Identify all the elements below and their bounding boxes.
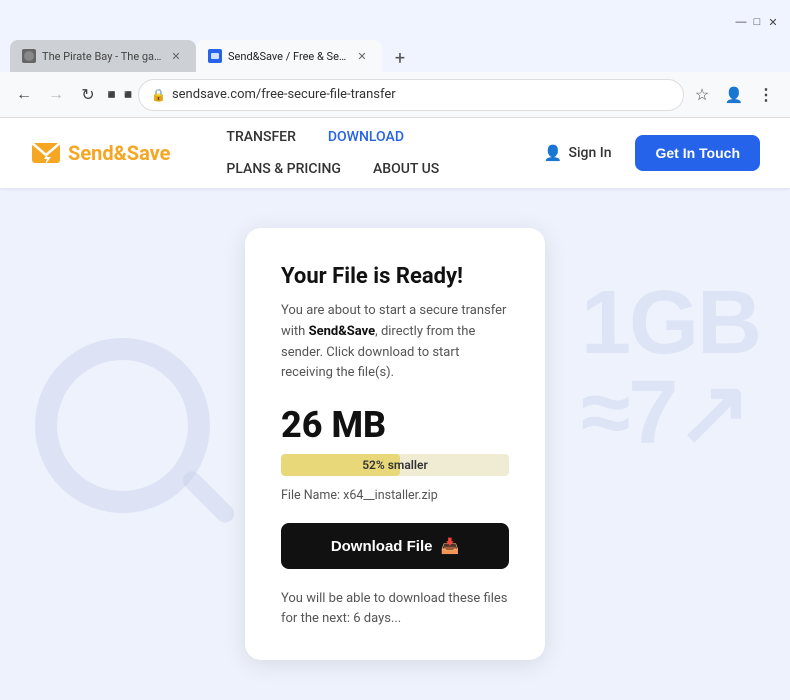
expiry-text: You will be able to download these files… — [281, 589, 509, 628]
sign-in-label: Sign In — [568, 145, 611, 161]
user-icon: 👤 — [544, 144, 563, 162]
url-text: sendsave.com/free-secure-file-transfer — [172, 87, 671, 102]
page-content: 1GB≈7↗ Send&Save TRANSFER DOWNLOAD PLANS… — [0, 118, 790, 700]
extensions-button[interactable]: ◾◾ — [106, 81, 134, 109]
window-controls: — □ ✕ — [734, 15, 780, 29]
logo-ampersand: & — [114, 141, 127, 165]
logo-text: Send&Save — [68, 141, 170, 165]
file-size: 26 MB — [281, 404, 509, 446]
logo-icon — [30, 137, 62, 169]
nav-plans-pricing[interactable]: PLANS & PRICING — [210, 153, 357, 185]
download-button[interactable]: Download File 📥 — [281, 523, 509, 569]
logo-text-send: Send — [68, 141, 114, 165]
new-tab-button[interactable]: + — [386, 44, 414, 72]
file-name: File Name: x64__installer.zip — [281, 488, 509, 503]
sign-in-button[interactable]: 👤 Sign In — [532, 136, 624, 170]
tab-piratebay[interactable]: The Pirate Bay - The galaxy's m... ✕ — [10, 40, 196, 72]
nav-right-controls: ☆ 👤 ⋮ — [688, 81, 780, 109]
tab-close-piratebay[interactable]: ✕ — [168, 48, 184, 64]
card-desc-brand: Send&Save — [309, 324, 376, 339]
bookmark-button[interactable]: ☆ — [688, 81, 716, 109]
get-in-touch-button[interactable]: Get In Touch — [635, 135, 760, 171]
card-description: You are about to start a secure transfer… — [281, 301, 509, 384]
nav-bar: ← → ↻ ◾◾ 🔒 sendsave.com/free-secure-file… — [0, 72, 790, 118]
tabs-bar: The Pirate Bay - The galaxy's m... ✕ Sen… — [0, 36, 790, 72]
maximize-button[interactable]: □ — [750, 15, 764, 29]
tab-close-sendsave[interactable]: ✕ — [354, 48, 370, 64]
nav-transfer[interactable]: TRANSFER — [210, 121, 311, 153]
title-bar: — □ ✕ — [0, 0, 790, 36]
forward-button[interactable]: → — [42, 81, 70, 109]
download-card: Your File is Ready! You are about to sta… — [245, 228, 545, 660]
reload-button[interactable]: ↻ — [74, 81, 102, 109]
progress-bar: 52% smaller — [281, 454, 509, 476]
minimize-button[interactable]: — — [734, 15, 748, 29]
logo-text-save: Save — [127, 141, 171, 165]
site-header: Send&Save TRANSFER DOWNLOAD PLANS & PRIC… — [0, 118, 790, 188]
profile-button[interactable]: 👤 — [720, 81, 748, 109]
main-area: Your File is Ready! You are about to sta… — [0, 188, 790, 700]
logo[interactable]: Send&Save — [30, 137, 170, 169]
address-bar[interactable]: 🔒 sendsave.com/free-secure-file-transfer — [138, 79, 684, 111]
tab-label-piratebay: The Pirate Bay - The galaxy's m... — [42, 50, 162, 63]
lock-icon: 🔒 — [151, 88, 166, 102]
header-actions: 👤 Sign In Get In Touch — [532, 135, 760, 171]
back-button[interactable]: ← — [10, 81, 38, 109]
download-btn-label: Download File — [331, 538, 433, 555]
site-nav: TRANSFER DOWNLOAD PLANS & PRICING ABOUT … — [210, 121, 531, 185]
progress-label: 52% smaller — [362, 458, 428, 472]
nav-download[interactable]: DOWNLOAD — [312, 121, 420, 153]
browser-window: — □ ✕ The Pirate Bay - The galaxy's m...… — [0, 0, 790, 118]
card-title: Your File is Ready! — [281, 264, 509, 289]
download-icon: 📥 — [440, 537, 459, 555]
close-button[interactable]: ✕ — [766, 15, 780, 29]
tab-favicon-sendsave — [208, 49, 222, 63]
menu-button[interactable]: ⋮ — [752, 81, 780, 109]
tab-favicon-piratebay — [22, 49, 36, 63]
tab-sendsave[interactable]: Send&Save / Free & Secure Fi... ✕ — [196, 40, 382, 72]
nav-about-us[interactable]: ABOUT US — [357, 153, 455, 185]
tab-label-sendsave: Send&Save / Free & Secure Fi... — [228, 50, 348, 63]
